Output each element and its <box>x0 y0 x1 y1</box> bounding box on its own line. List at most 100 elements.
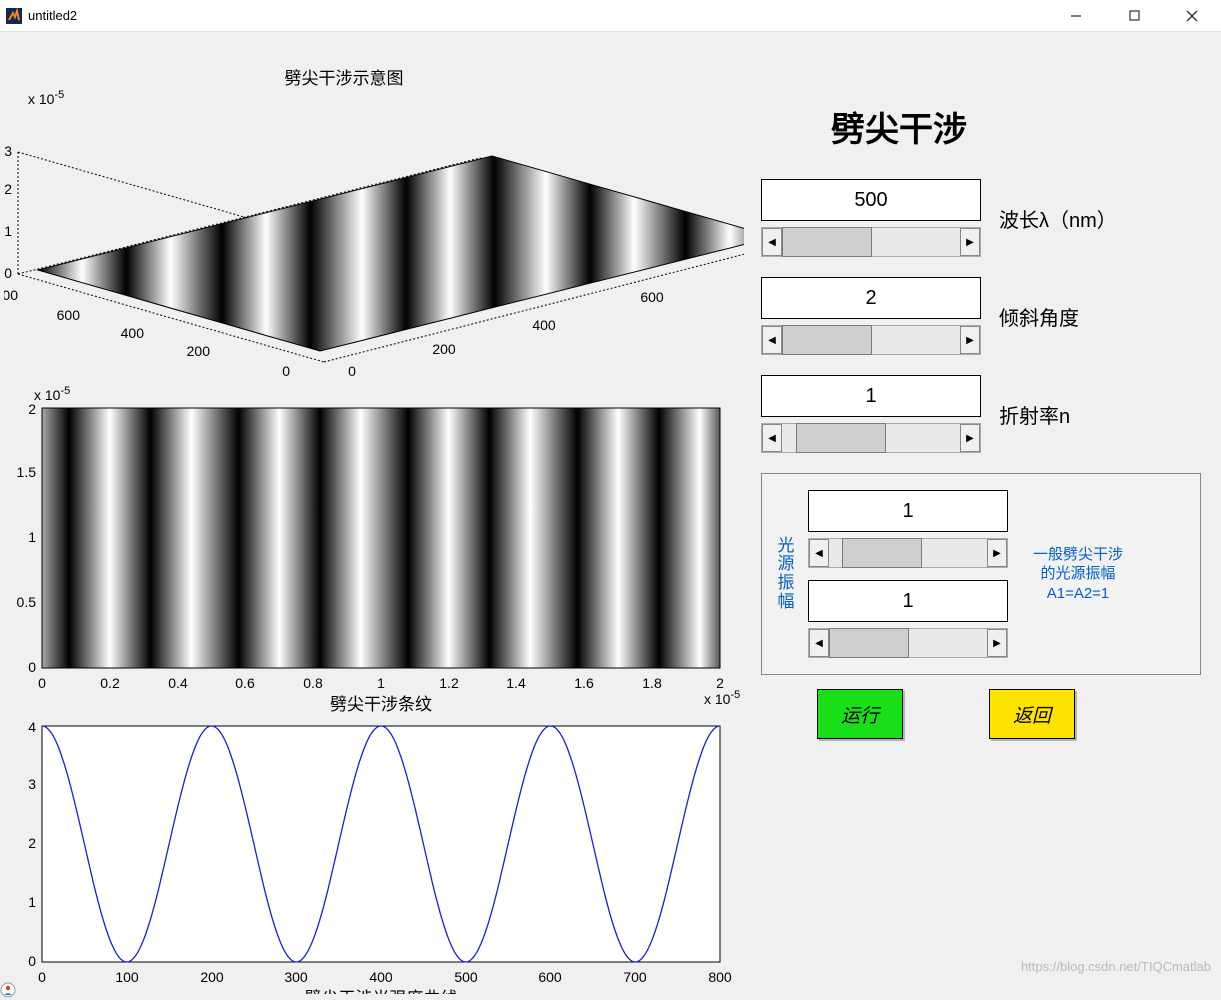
corner-icon <box>0 982 16 998</box>
svg-text:300: 300 <box>284 969 308 985</box>
minimize-icon <box>1070 10 1082 22</box>
slider-thumb[interactable] <box>782 227 872 257</box>
app-window: untitled2 劈尖干涉示意图 x 10-5 <box>0 0 1221 1000</box>
slider-thumb[interactable] <box>829 628 909 658</box>
svg-text:1.4: 1.4 <box>506 675 526 691</box>
svg-text:2: 2 <box>716 675 724 691</box>
param-angle: 2 ◀ ▶ 倾斜角度 <box>761 277 1201 355</box>
plot-curve: 0 1 2 3 4 0 100 200 300 400 500 600 <box>28 719 732 994</box>
svg-text:0: 0 <box>4 265 12 281</box>
index-label: 折射率n <box>999 400 1070 429</box>
angle-slider[interactable]: ◀ ▶ <box>761 325 981 355</box>
svg-text:1.8: 1.8 <box>642 675 662 691</box>
svg-text:3: 3 <box>28 776 36 792</box>
amp-right-note: 一般劈尖干涉 的光源振幅 A1=A2=1 <box>1018 545 1138 604</box>
svg-text:800: 800 <box>708 969 732 985</box>
amp2-value[interactable]: 1 <box>808 580 1008 622</box>
svg-text:1: 1 <box>377 675 385 691</box>
svg-text:0.8: 0.8 <box>303 675 323 691</box>
svg-text:0: 0 <box>28 953 36 969</box>
window-controls <box>1047 0 1221 32</box>
slider-track[interactable] <box>829 539 987 567</box>
svg-text:0.5: 0.5 <box>17 594 37 610</box>
slider-right-arrow[interactable]: ▶ <box>960 326 980 354</box>
slider-right-arrow[interactable]: ▶ <box>987 539 1007 567</box>
slider-right-arrow[interactable]: ▶ <box>960 228 980 256</box>
amp1-slider[interactable]: ◀ ▶ <box>808 538 1008 568</box>
plots-svg: 劈尖干涉示意图 x 10-5 <box>4 44 744 994</box>
close-button[interactable] <box>1163 0 1221 32</box>
svg-text:1.5: 1.5 <box>17 464 37 480</box>
figure-body: 劈尖干涉示意图 x 10-5 <box>0 32 1221 1000</box>
slider-thumb[interactable] <box>842 538 922 568</box>
svg-text:0.6: 0.6 <box>235 675 255 691</box>
slider-thumb[interactable] <box>796 423 886 453</box>
x-scale-suffix: x 10-5 <box>704 689 740 707</box>
amp1-value[interactable]: 1 <box>808 490 1008 532</box>
slider-track[interactable] <box>782 326 960 354</box>
svg-text:600: 600 <box>57 307 81 323</box>
svg-text:1: 1 <box>28 894 36 910</box>
window-title: untitled2 <box>28 8 77 23</box>
param-wavelength: 500 ◀ ▶ 波长λ（nm） <box>761 179 1201 257</box>
button-row: 运行 返回 <box>817 689 1201 739</box>
run-button[interactable]: 运行 <box>817 689 903 739</box>
svg-text:1: 1 <box>28 529 36 545</box>
svg-text:600: 600 <box>538 969 562 985</box>
svg-text:1: 1 <box>4 223 12 239</box>
plot-3d: 劈尖干涉示意图 x 10-5 <box>4 69 744 379</box>
svg-text:3: 3 <box>4 143 12 159</box>
wavelength-slider[interactable]: ◀ ▶ <box>761 227 981 257</box>
svg-text:600: 600 <box>640 289 664 305</box>
slider-track[interactable] <box>782 228 960 256</box>
index-value[interactable]: 1 <box>761 375 981 417</box>
slider-thumb[interactable] <box>782 325 872 355</box>
svg-text:1.2: 1.2 <box>439 675 459 691</box>
slider-right-arrow[interactable]: ▶ <box>960 424 980 452</box>
slider-left-arrow[interactable]: ◀ <box>762 326 782 354</box>
back-button[interactable]: 返回 <box>989 689 1075 739</box>
svg-text:0: 0 <box>282 363 290 379</box>
svg-text:0: 0 <box>348 363 356 379</box>
slider-left-arrow[interactable]: ◀ <box>762 228 782 256</box>
slider-right-arrow[interactable]: ▶ <box>987 629 1007 657</box>
angle-value[interactable]: 2 <box>761 277 981 319</box>
slider-track[interactable] <box>782 424 960 452</box>
slider-left-arrow[interactable]: ◀ <box>809 539 829 567</box>
svg-text:400: 400 <box>121 325 145 341</box>
svg-text:200: 200 <box>200 969 224 985</box>
controls-panel: 劈尖干涉 500 ◀ ▶ 波长λ（nm） 2 ◀ <box>761 102 1201 739</box>
index-slider[interactable]: ◀ ▶ <box>761 423 981 453</box>
plots-area: 劈尖干涉示意图 x 10-5 <box>4 44 744 1000</box>
maximize-icon <box>1129 10 1140 21</box>
wavelength-value[interactable]: 500 <box>761 179 981 221</box>
amp2-slider[interactable]: ◀ ▶ <box>808 628 1008 658</box>
main-heading: 劈尖干涉 <box>831 102 1201 151</box>
svg-text:2: 2 <box>28 835 36 851</box>
svg-text:0: 0 <box>38 675 46 691</box>
svg-text:1.6: 1.6 <box>574 675 594 691</box>
slider-track[interactable] <box>829 629 987 657</box>
angle-label: 倾斜角度 <box>999 302 1079 331</box>
svg-text:500: 500 <box>454 969 478 985</box>
svg-text:800: 800 <box>4 287 18 303</box>
svg-text:0.2: 0.2 <box>100 675 120 691</box>
plot-fringes-title: 劈尖干涉条纹 <box>330 695 432 714</box>
slider-left-arrow[interactable]: ◀ <box>762 424 782 452</box>
titlebar: untitled2 <box>0 0 1221 32</box>
plot-3d-title: 劈尖干涉示意图 <box>285 69 404 88</box>
amp-left-label: 光源振幅 <box>774 537 798 612</box>
svg-text:400: 400 <box>369 969 393 985</box>
svg-text:100: 100 <box>115 969 139 985</box>
slider-left-arrow[interactable]: ◀ <box>809 629 829 657</box>
watermark: https://blog.csdn.net/TIQCmatlab <box>1021 959 1211 974</box>
plot-fringes: x 10-5 <box>17 385 741 714</box>
scale-label: x 10-5 <box>28 89 64 107</box>
maximize-button[interactable] <box>1105 0 1163 32</box>
svg-text:0: 0 <box>38 969 46 985</box>
matlab-icon <box>6 8 22 24</box>
close-icon <box>1186 10 1198 22</box>
minimize-button[interactable] <box>1047 0 1105 32</box>
svg-text:0.4: 0.4 <box>168 675 188 691</box>
svg-text:700: 700 <box>623 969 647 985</box>
